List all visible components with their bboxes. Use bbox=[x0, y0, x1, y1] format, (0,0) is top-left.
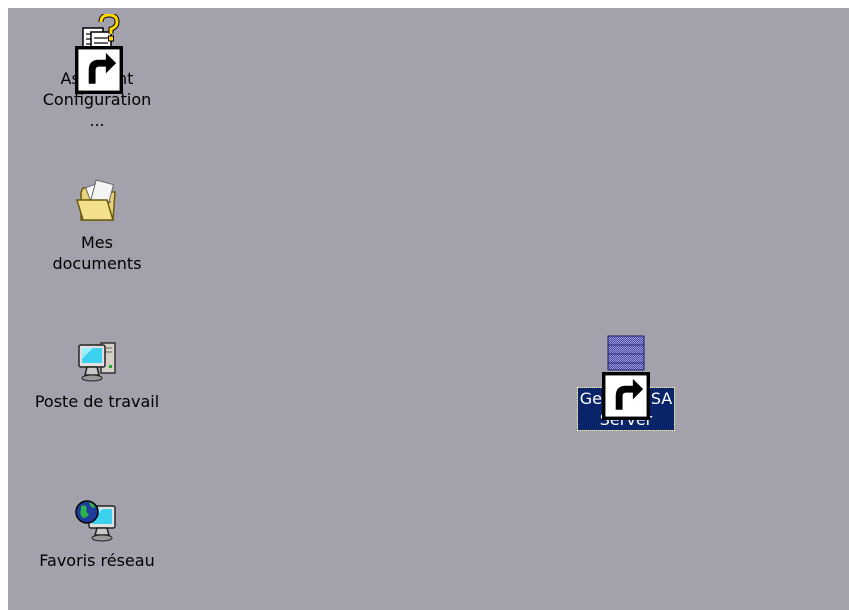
desktop-icon-my-computer[interactable]: Poste de travail bbox=[32, 337, 162, 412]
icon-label: Mes documents bbox=[52, 233, 142, 273]
desktop-icon-isa-server-management[interactable]: Gestion ISA Server bbox=[561, 334, 691, 431]
computer-icon bbox=[73, 337, 121, 385]
icon-label: Favoris réseau bbox=[39, 551, 155, 570]
folder-documents-icon bbox=[73, 178, 121, 226]
desktop-icon-network-places[interactable]: Favoris réseau bbox=[32, 496, 162, 571]
desktop: Assistant Configuration ... Mes document… bbox=[8, 8, 849, 610]
help-document-icon bbox=[73, 14, 123, 94]
network-globe-icon bbox=[73, 496, 121, 544]
server-icon bbox=[602, 334, 650, 420]
icon-label: Poste de travail bbox=[34, 392, 160, 411]
shortcut-arrow-icon bbox=[75, 46, 123, 94]
shortcut-arrow-icon bbox=[602, 372, 650, 420]
desktop-icon-assistant-configuration[interactable]: Assistant Configuration ... bbox=[32, 14, 162, 131]
desktop-icon-my-documents[interactable]: Mes documents bbox=[32, 178, 162, 274]
